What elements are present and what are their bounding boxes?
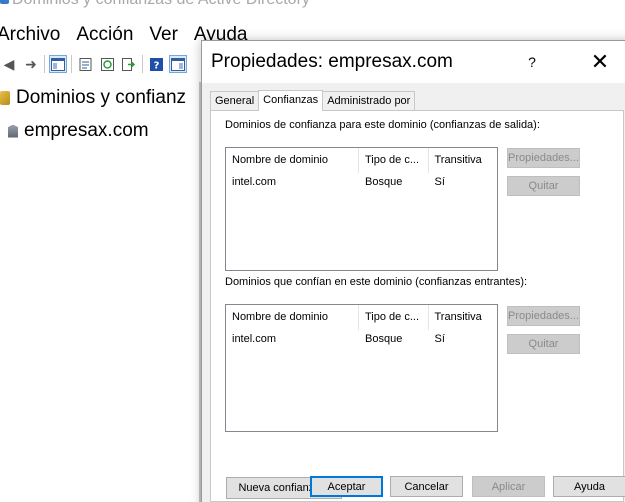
incoming-trusts-label: Dominios que confían en este dominio (co… (225, 276, 528, 288)
tab-confianzas[interactable]: Confianzas (258, 90, 324, 111)
properties-dialog: Propiedades: empresax.com ? ✕ General Co… (201, 40, 625, 502)
toolbar-separator (71, 55, 72, 73)
list-header: Nombre de dominio Tipo de c... Transitiv… (226, 305, 497, 330)
table-row[interactable]: intel.com Bosque Sí (226, 173, 497, 191)
cell-type: Bosque (365, 333, 403, 345)
toolbar-separator (44, 55, 45, 73)
column-header-type[interactable]: Tipo de c... (359, 305, 429, 330)
menu-ver[interactable]: Ver (149, 24, 178, 46)
column-header-transitive[interactable]: Transitiva (429, 305, 498, 330)
forward-arrow-icon[interactable]: ➜ (22, 55, 40, 73)
refresh-icon[interactable] (98, 55, 116, 73)
show-tree-icon[interactable] (49, 55, 67, 73)
tree-item-root[interactable]: Dominios y confianz (0, 87, 186, 109)
menu-archivo[interactable]: Archivo (0, 24, 60, 46)
domains-trusts-icon (0, 91, 10, 105)
tab-bar: General Confianzas Administrado por (210, 90, 416, 111)
dialog-title: Propiedades: empresax.com (211, 51, 453, 72)
properties-icon[interactable] (76, 55, 94, 73)
cell-type: Bosque (365, 176, 403, 188)
domain-icon (8, 124, 18, 138)
column-header-transitive[interactable]: Transitiva (429, 148, 498, 173)
tab-administrado-por[interactable]: Administrado por (322, 91, 416, 110)
help-button[interactable]: ? (516, 47, 548, 77)
help-icon[interactable]: ? (147, 55, 165, 73)
dialog-help-button[interactable]: Ayuda (553, 476, 625, 497)
back-arrow-icon[interactable]: ◀ (0, 55, 18, 73)
apply-button[interactable]: Aplicar (472, 476, 545, 497)
toolbar: ◀ ➜ ? (0, 52, 200, 76)
outgoing-trusts-label: Dominios de confianza para este dominio … (225, 119, 540, 131)
export-icon[interactable] (120, 55, 138, 73)
svg-text:?: ? (153, 60, 159, 71)
console-tree: Dominios y confianz empresax.com (0, 82, 200, 502)
close-button[interactable]: ✕ (582, 47, 618, 77)
outgoing-trusts-list[interactable]: Nombre de dominio Tipo de c... Transitiv… (225, 147, 498, 271)
column-header-domain[interactable]: Nombre de dominio (226, 148, 359, 173)
outgoing-remove-button[interactable]: Quitar (507, 176, 580, 196)
table-row[interactable]: intel.com Bosque Sí (226, 330, 497, 348)
app-icon (0, 0, 9, 4)
toolbar-separator (142, 55, 143, 73)
incoming-trusts-list[interactable]: Nombre de dominio Tipo de c... Transitiv… (225, 304, 498, 432)
incoming-remove-button[interactable]: Quitar (507, 334, 580, 354)
tree-item-domain-label: empresax.com (24, 120, 149, 141)
cell-transitive: Sí (434, 333, 445, 345)
window-title-text: Dominios y confianzas de Active Director… (12, 0, 310, 8)
ok-button[interactable]: Aceptar (310, 476, 383, 497)
list-header: Nombre de dominio Tipo de c... Transitiv… (226, 148, 497, 173)
cell-domain: intel.com (232, 333, 277, 345)
cell-transitive: Sí (434, 176, 445, 188)
dialog-titlebar[interactable]: Propiedades: empresax.com ? ✕ (202, 41, 625, 83)
tree-item-domain[interactable]: empresax.com (8, 120, 149, 142)
tab-page-confianzas: Dominios de confianza para este dominio … (210, 110, 624, 502)
incoming-properties-button[interactable]: Propiedades... (507, 306, 580, 326)
tree-item-root-label: Dominios y confianz (16, 87, 187, 108)
column-header-domain[interactable]: Nombre de dominio (226, 305, 359, 330)
cancel-button[interactable]: Cancelar (390, 476, 463, 497)
column-header-type[interactable]: Tipo de c... (359, 148, 429, 173)
tab-general[interactable]: General (210, 91, 260, 110)
cell-domain: intel.com (232, 176, 277, 188)
action-pane-icon[interactable] (169, 55, 187, 73)
outgoing-properties-button[interactable]: Propiedades... (507, 148, 580, 168)
window-title: Dominios y confianzas de Active Director… (0, 0, 310, 9)
menu-accion[interactable]: Acción (76, 24, 133, 46)
